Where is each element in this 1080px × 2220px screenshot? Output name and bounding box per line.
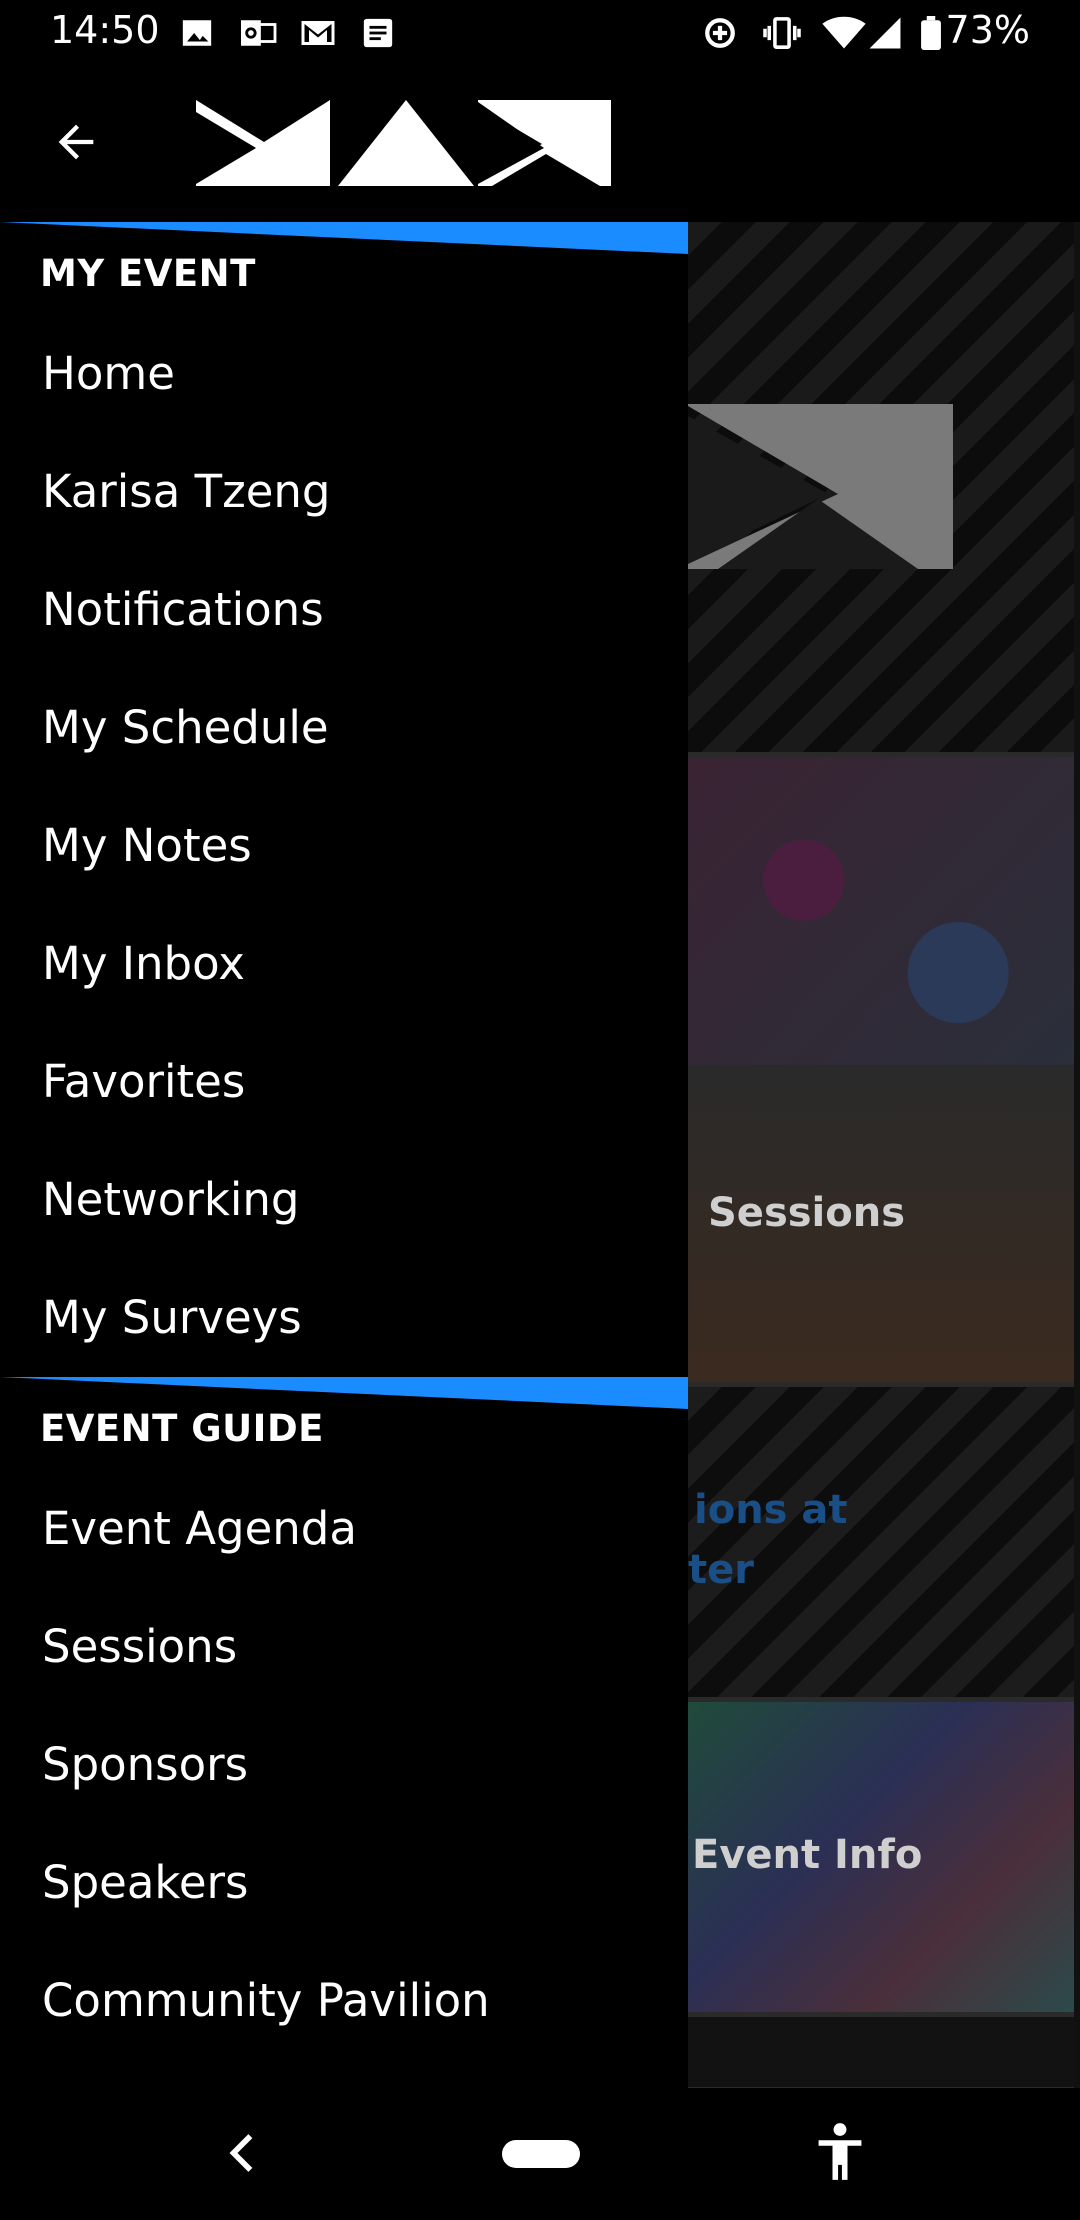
more-tile[interactable]: [688, 2017, 1074, 2092]
nav-item-speakers[interactable]: Speakers: [42, 1828, 662, 1938]
photo-icon: [182, 20, 212, 46]
max-logo-faded: [688, 404, 953, 569]
status-bar: 14:50 73%: [0, 0, 1080, 66]
home-pill-icon[interactable]: [502, 2140, 580, 2168]
promo-tile-label-1: ions at: [694, 1487, 848, 1533]
nav-item-community-pavilion[interactable]: Community Pavilion: [42, 1946, 662, 2056]
nav-item-my-notes[interactable]: My Notes: [42, 791, 662, 901]
section-accent-bar: [0, 1377, 688, 1409]
battery-icon: [921, 16, 941, 50]
nav-item-sponsors[interactable]: Sponsors: [42, 1710, 662, 1820]
wifi-icon: [822, 16, 866, 49]
navigation-drawer: MY EVENT Home Karisa Tzeng Notifications…: [0, 222, 688, 2088]
docs-icon: [363, 18, 393, 48]
arrow-left-icon[interactable]: [50, 116, 102, 168]
vibrate-icon: [763, 17, 801, 49]
sessions-tile[interactable]: Sessions: [688, 1070, 1074, 1387]
nav-item-event-agenda[interactable]: Event Agenda: [42, 1474, 662, 1584]
signal-icon: [869, 17, 901, 49]
data-saver-icon: [705, 18, 735, 48]
nav-item-my-surveys[interactable]: My Surveys: [42, 1263, 662, 1373]
status-time: 14:50: [50, 8, 160, 52]
event-info-tile[interactable]: Event Info: [688, 1702, 1074, 2017]
nav-item-notifications[interactable]: Notifications: [42, 555, 662, 665]
accessibility-icon[interactable]: [814, 2122, 866, 2182]
nav-item-favorites[interactable]: Favorites: [42, 1027, 662, 1137]
section-accent-bar: [0, 222, 688, 254]
promo-tile[interactable]: ions at ter: [688, 1387, 1074, 1702]
nav-item-networking[interactable]: Networking: [42, 1145, 662, 1255]
max-logo: [196, 100, 611, 186]
nav-item-my-schedule[interactable]: My Schedule: [42, 673, 662, 783]
sessions-tile-label: Sessions: [708, 1190, 906, 1236]
nav-item-profile[interactable]: Karisa Tzeng: [42, 437, 662, 547]
section-title-event-guide: EVENT GUIDE: [40, 1407, 324, 1450]
promo-tile-label-2: ter: [688, 1547, 754, 1593]
nav-item-sessions[interactable]: Sessions: [42, 1592, 662, 1702]
system-nav-bar: [0, 2088, 1080, 2220]
app-bar: [0, 66, 1080, 222]
section-title-my-event: MY EVENT: [40, 252, 256, 295]
chevron-left-icon[interactable]: [226, 2130, 256, 2176]
battery-percent: 73%: [945, 8, 1030, 52]
nav-item-home[interactable]: Home: [42, 319, 662, 429]
outlook-icon: [241, 20, 277, 46]
nav-item-my-inbox[interactable]: My Inbox: [42, 909, 662, 1019]
event-info-tile-label: Event Info: [692, 1832, 923, 1878]
hero-tile[interactable]: [688, 222, 1074, 757]
photo-tile[interactable]: [688, 757, 1074, 1070]
gmail-icon: [301, 21, 335, 45]
